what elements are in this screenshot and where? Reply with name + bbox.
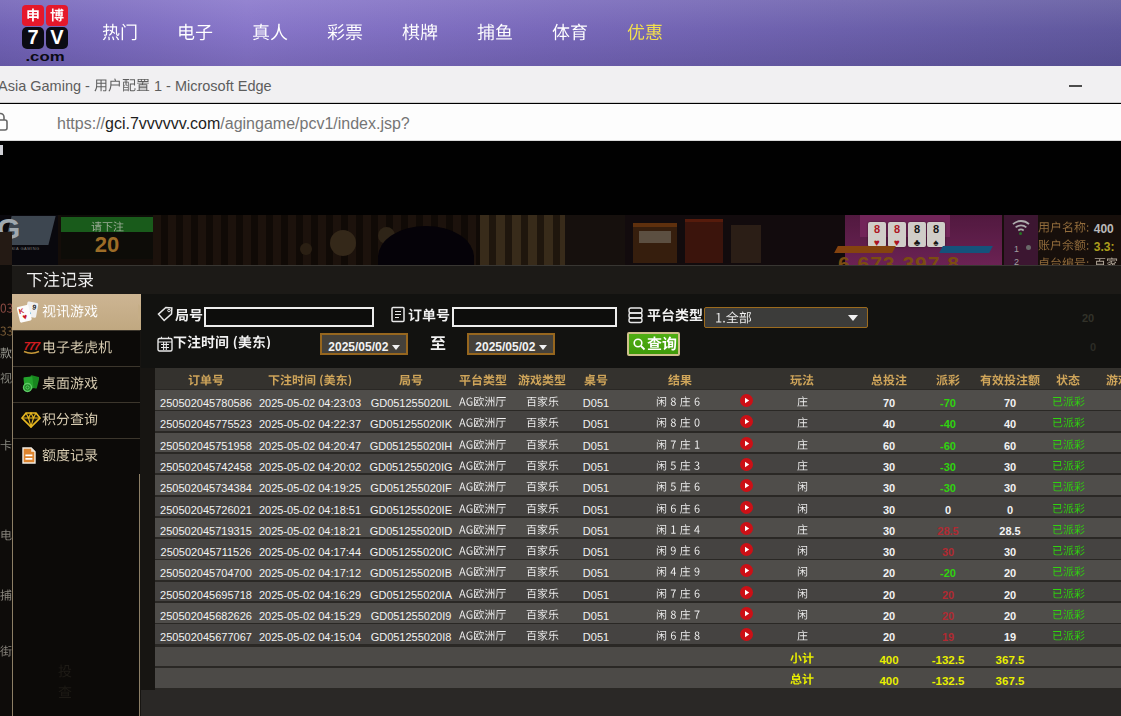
- svg-text:777: 777: [24, 340, 41, 352]
